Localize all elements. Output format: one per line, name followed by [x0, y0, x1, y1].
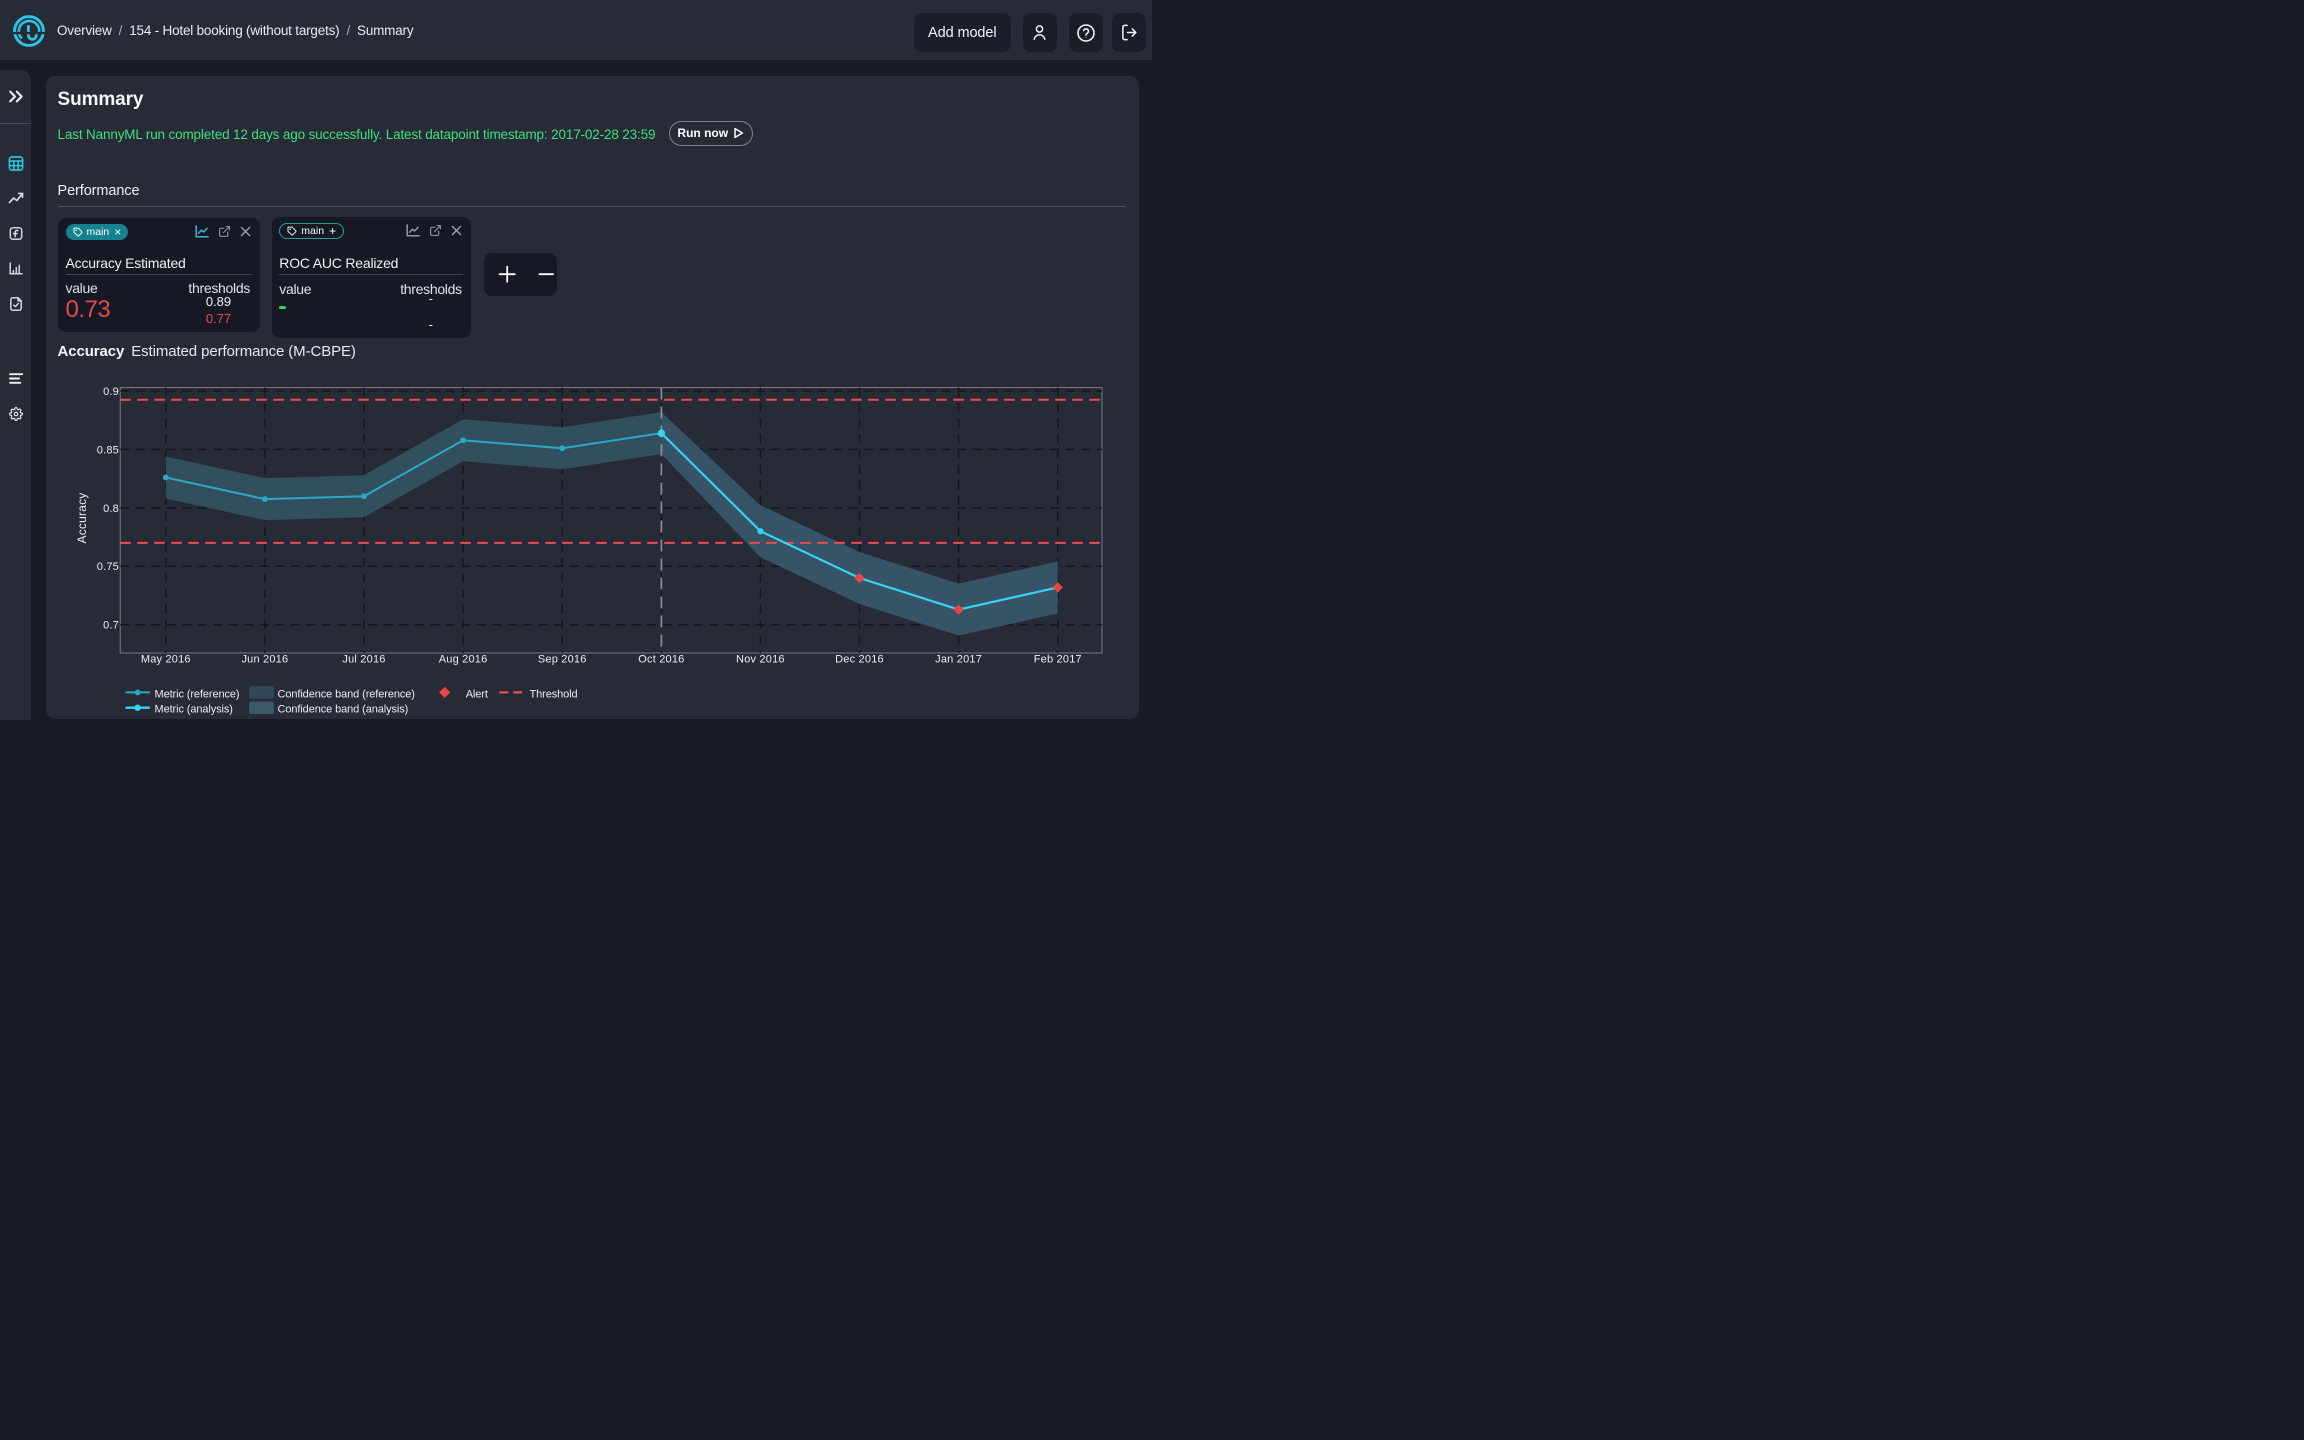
svg-text:Threshold: Threshold: [530, 688, 578, 700]
svg-text:May 2016: May 2016: [141, 654, 191, 666]
svg-text:Sep 2016: Sep 2016: [538, 654, 587, 666]
svg-text:Confidence band (analysis): Confidence band (analysis): [278, 704, 409, 716]
svg-text:Nov 2016: Nov 2016: [736, 654, 785, 666]
svg-text:Accuracy: Accuracy: [75, 493, 89, 544]
svg-text:Aug 2016: Aug 2016: [439, 654, 488, 666]
svg-text:Alert: Alert: [466, 688, 488, 700]
svg-text:0.8: 0.8: [103, 503, 119, 515]
svg-text:0.85: 0.85: [97, 444, 119, 456]
svg-text:Oct 2016: Oct 2016: [638, 654, 684, 666]
svg-text:Feb 2017: Feb 2017: [1034, 654, 1082, 666]
svg-text:Metric (analysis): Metric (analysis): [155, 704, 233, 716]
svg-text:0.9: 0.9: [103, 386, 119, 398]
svg-text:0.75: 0.75: [97, 561, 119, 573]
svg-text:Jul 2016: Jul 2016: [342, 654, 385, 666]
svg-text:Confidence band (reference): Confidence band (reference): [278, 688, 415, 700]
svg-text:Metric (reference): Metric (reference): [155, 688, 240, 700]
svg-text:Jan 2017: Jan 2017: [935, 654, 982, 666]
svg-text:Dec 2016: Dec 2016: [835, 654, 884, 666]
svg-text:Jun 2016: Jun 2016: [241, 654, 288, 666]
svg-text:0.7: 0.7: [103, 620, 119, 632]
